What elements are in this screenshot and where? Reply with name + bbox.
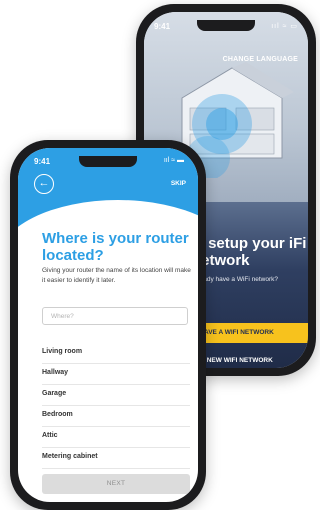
page-title: Where is your router located? — [42, 230, 189, 264]
location-option-garage[interactable]: Garage — [42, 385, 190, 406]
setup-new-wifi-link[interactable]: UP NEW WIFI NETWORK — [196, 357, 273, 364]
back-arrow-icon[interactable]: ← — [34, 174, 54, 194]
notch — [197, 20, 255, 31]
location-option-hallway[interactable]: Hallway — [42, 364, 190, 385]
status-time: 9:41 — [154, 22, 171, 31]
front-screen: 9:41 ııl ≈ ▬ ← SKIP Where is your router… — [18, 148, 198, 502]
location-list: Living room Hallway Garage Bedroom Attic… — [42, 343, 190, 469]
setup-subtitle: lready have a WiFi network? — [196, 276, 279, 283]
next-button[interactable]: NEXT — [42, 474, 190, 494]
change-language-link[interactable]: CHANGE LANGUAGE — [223, 56, 298, 63]
notch — [79, 156, 137, 167]
page-description: Giving your router the name of its locat… — [42, 267, 191, 284]
location-input[interactable]: Where? — [42, 307, 188, 325]
have-wifi-network-button[interactable]: AVE A WIFI NETWORK — [192, 323, 308, 343]
status-icons: ııl ≈ ▭ — [271, 23, 298, 30]
location-option-metering-cabinet[interactable]: Metering cabinet — [42, 448, 190, 469]
skip-button[interactable]: SKIP — [171, 180, 186, 187]
location-option-attic[interactable]: Attic — [42, 427, 190, 448]
front-phone: 9:41 ııl ≈ ▬ ← SKIP Where is your router… — [10, 140, 206, 510]
location-option-bedroom[interactable]: Bedroom — [42, 406, 190, 427]
setup-title: 's setup your iFi network — [192, 235, 307, 269]
status-time: 9:41 — [34, 157, 51, 166]
status-icons: ııl ≈ ▬ — [163, 157, 184, 164]
location-option-living-room[interactable]: Living room — [42, 343, 190, 364]
